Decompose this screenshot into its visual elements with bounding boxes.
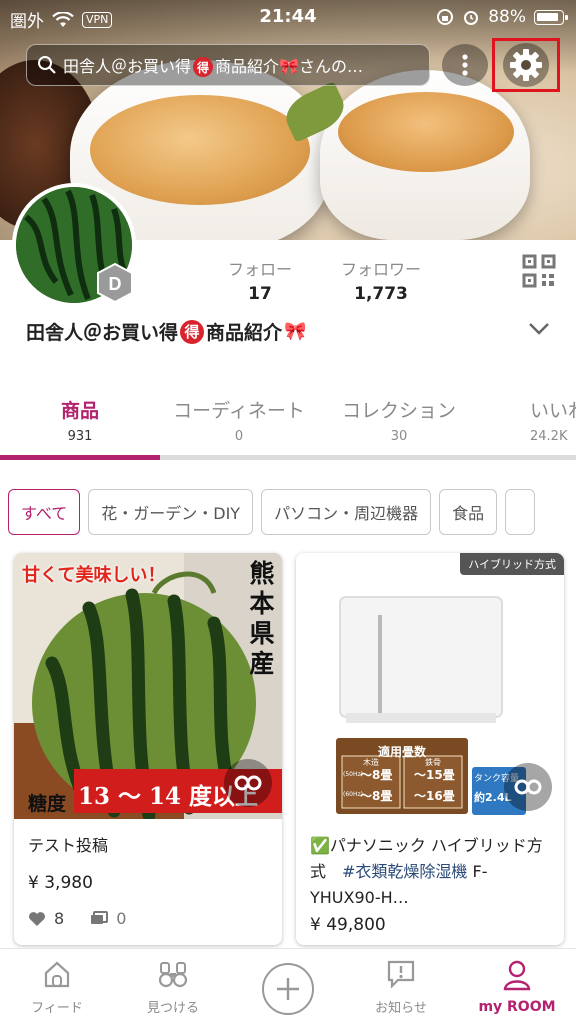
like-count: 8 <box>54 909 65 928</box>
follower-label: フォロワー <box>340 260 421 279</box>
category-filters: すべて 花・ガーデン・DIY パソコン・周辺機器 食品 <box>8 489 536 535</box>
tab-indicator <box>0 455 160 460</box>
chart-col1-60: ～8畳 <box>360 789 393 803</box>
follow-stat[interactable]: フォロー 17 <box>214 256 306 304</box>
overlay-origin: 熊 本 県 産 <box>249 559 275 678</box>
person-icon <box>503 960 531 991</box>
search-icon <box>38 56 56 74</box>
follower-count: 1,773 <box>354 284 408 304</box>
ribbon-icon: 🎀 <box>284 321 307 342</box>
more-vertical-icon <box>462 54 468 76</box>
overlay-sugar-label: 糖度 <box>28 793 67 815</box>
link-icon <box>514 779 542 795</box>
follower-stat[interactable]: フォロワー 1,773 <box>326 256 436 304</box>
tab-collections[interactable]: コレクション 30 <box>336 396 462 444</box>
chart-col2-50: ～15畳 <box>414 768 455 782</box>
home-icon <box>44 961 70 988</box>
follow-label: フォロー <box>227 260 292 279</box>
more-options-button[interactable] <box>442 44 488 86</box>
overlay-tagline: 甘くて美味しい！ <box>22 565 166 586</box>
rank-badge: D <box>94 262 136 304</box>
check-icon: ✅ <box>310 836 330 855</box>
filter-garden-diy[interactable]: 花・ガーデン・DIY <box>88 489 254 535</box>
hashtag-link[interactable]: #衣類乾燥除湿機 <box>342 862 467 881</box>
filter-all[interactable]: すべて <box>8 489 81 535</box>
nav-notifications[interactable]: お知らせ <box>346 959 456 1016</box>
tab-likes[interactable]: いいね 24.2K <box>530 396 576 444</box>
battery-icon <box>534 9 568 25</box>
gear-icon <box>510 49 542 81</box>
screen-lock-icon <box>437 9 454 25</box>
toku-icon: 得 <box>193 57 214 78</box>
nav-feed[interactable]: フィード <box>2 959 112 1016</box>
comment-count: 0 <box>116 909 127 928</box>
plus-icon <box>277 978 299 1000</box>
toku-icon: 得 <box>180 319 205 344</box>
heart-icon[interactable] <box>28 911 46 927</box>
product-price: ¥ 3,980 <box>28 873 93 893</box>
add-post-button[interactable] <box>262 963 314 1015</box>
settings-highlight-box <box>492 38 560 92</box>
chart-col2-60: ～16畳 <box>414 789 455 803</box>
product-title: ✅パナソニック ハイブリッド方式 #衣類乾燥除湿機 F-YHUX90-H… <box>310 836 543 907</box>
filter-food[interactable]: 食品 <box>439 489 498 535</box>
filter-more[interactable] <box>505 489 536 535</box>
chart-col1-50: ～8畳 <box>360 768 393 782</box>
binoculars-icon <box>158 962 188 988</box>
battery-percent: 88% <box>488 7 526 27</box>
chevron-down-icon[interactable] <box>528 322 550 336</box>
status-bar: 圏外 VPN 21:44 88% <box>0 0 576 34</box>
nav-discover[interactable]: 見つける <box>118 959 228 1016</box>
product-price: ¥ 49,800 <box>310 915 386 935</box>
ribbon-icon: 🎀 <box>279 56 299 76</box>
product-card[interactable]: 甘くて美味しい！ 熊 本 県 産 糖度 13 ～ 14 度以上 テスト投稿 ¥ … <box>14 553 282 945</box>
link-icon <box>234 775 262 791</box>
notification-icon <box>387 960 415 989</box>
settings-button[interactable] <box>503 43 549 87</box>
product-tag: ハイブリッド方式 <box>460 553 564 575</box>
tab-coordinates[interactable]: コーディネート 0 <box>166 396 312 444</box>
search-text: 田舎人＠お買い得得商品紹介🎀さんの… <box>63 56 363 78</box>
filter-pc-peripherals[interactable]: パソコン・周辺機器 <box>261 489 432 535</box>
profile-name: 田舎人＠お買い得 得 商品紹介 🎀 <box>26 319 307 344</box>
link-button[interactable] <box>504 763 552 811</box>
product-card[interactable]: ハイブリッド方式 適用畳数 木造 鉄骨 (50Hz) ～8畳 (60Hz) ～8… <box>296 553 564 945</box>
tab-track <box>0 455 576 460</box>
qr-code-icon[interactable] <box>522 254 556 288</box>
alarm-icon <box>464 11 479 25</box>
search-bar[interactable]: 田舎人＠お買い得得商品紹介🎀さんの… <box>26 44 430 86</box>
follow-count: 17 <box>248 284 272 304</box>
link-button[interactable] <box>224 759 272 807</box>
tab-items[interactable]: 商品 931 <box>34 396 126 444</box>
profile-tabs: 商品 931 コーディネート 0 コレクション 30 いいね 24.2K <box>0 390 576 460</box>
nav-my-room[interactable]: my ROOM <box>462 959 572 1015</box>
svg-text:D: D <box>109 274 122 294</box>
bottom-navigation: フィード 見つける お知らせ my ROOM <box>0 948 576 1024</box>
product-title: テスト投稿 <box>28 836 109 855</box>
product-meta: 8 0 <box>28 909 126 928</box>
comment-icon[interactable] <box>90 910 109 927</box>
